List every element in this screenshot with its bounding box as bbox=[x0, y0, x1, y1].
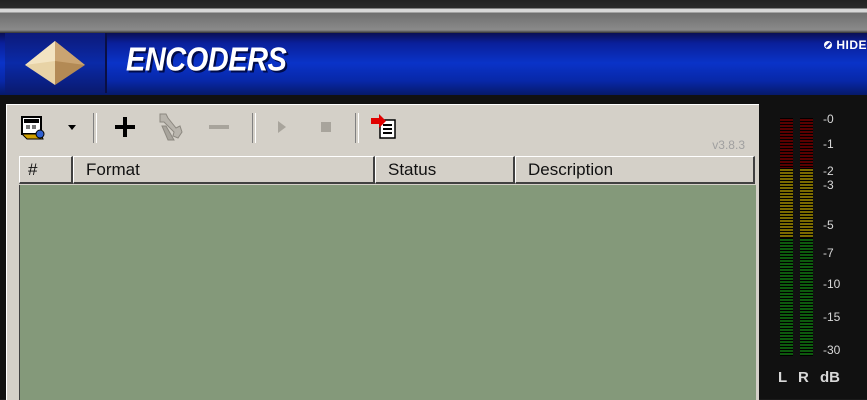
toolbar-separator bbox=[93, 113, 97, 143]
right-channel-bar bbox=[800, 118, 813, 356]
import-document-icon bbox=[371, 114, 396, 139]
pin-icon bbox=[824, 41, 833, 49]
encoder-list[interactable] bbox=[19, 185, 756, 400]
start-button[interactable] bbox=[269, 111, 295, 143]
configure-encoder-button[interactable] bbox=[16, 111, 50, 143]
scale-label: -2 bbox=[823, 164, 834, 178]
chevron-down-icon bbox=[68, 125, 76, 130]
play-icon bbox=[278, 121, 286, 133]
window-title: ENCODERS bbox=[126, 41, 287, 79]
left-channel-label: L bbox=[778, 369, 788, 386]
scale-label: -1 bbox=[823, 137, 834, 151]
top-border bbox=[0, 0, 867, 33]
encoders-panel: v3.8.3 # Format Status Description bbox=[6, 104, 759, 400]
app-logo bbox=[5, 33, 107, 93]
toolbar: v3.8.3 bbox=[7, 105, 759, 152]
pyramid-icon bbox=[25, 41, 85, 85]
vu-meter: -0 -1 -2 -3 -5 -7 -10 -15 -30 L R dB bbox=[776, 112, 866, 399]
scale-label: -30 bbox=[823, 343, 841, 357]
scale-label: -0 bbox=[823, 112, 834, 126]
left-red-zone bbox=[780, 118, 793, 168]
scale-label: -15 bbox=[823, 310, 841, 324]
left-yellow-zone bbox=[780, 168, 793, 238]
left-green-zone bbox=[780, 238, 793, 356]
db-unit-label: dB bbox=[820, 369, 840, 386]
column-header-description[interactable]: Description bbox=[515, 156, 755, 184]
minus-icon bbox=[209, 125, 229, 129]
left-channel-bar bbox=[780, 118, 793, 356]
scale-label: -5 bbox=[823, 218, 834, 232]
stop-icon bbox=[321, 122, 331, 132]
toolbar-separator bbox=[252, 113, 256, 143]
right-green-zone bbox=[800, 238, 813, 356]
hide-label: HIDE bbox=[836, 38, 867, 52]
scale-label: -10 bbox=[823, 277, 841, 291]
remove-encoder-button[interactable] bbox=[202, 111, 236, 143]
column-header-number[interactable]: # bbox=[19, 156, 73, 184]
column-header-format[interactable]: Format bbox=[73, 156, 375, 184]
encoder-settings-icon bbox=[20, 116, 45, 140]
window-title-bar: ENCODERS HIDE bbox=[0, 33, 867, 95]
wrench-icon bbox=[159, 113, 183, 141]
stop-button[interactable] bbox=[313, 111, 339, 143]
right-channel-label: R bbox=[798, 369, 809, 386]
add-encoder-button[interactable] bbox=[108, 111, 142, 143]
edit-encoder-button[interactable] bbox=[153, 111, 187, 143]
table-header: # Format Status Description bbox=[19, 156, 755, 184]
column-header-status[interactable]: Status bbox=[375, 156, 515, 184]
toolbar-separator bbox=[355, 113, 359, 143]
right-yellow-zone bbox=[800, 168, 813, 238]
scale-label: -3 bbox=[823, 178, 834, 192]
hide-button[interactable]: HIDE bbox=[824, 38, 867, 52]
dropdown-arrow-button[interactable] bbox=[64, 111, 80, 143]
right-red-zone bbox=[800, 118, 813, 168]
scale-label: -7 bbox=[823, 246, 834, 260]
version-label: v3.8.3 bbox=[712, 138, 745, 152]
import-button[interactable] bbox=[367, 111, 401, 143]
plus-icon bbox=[115, 117, 135, 137]
